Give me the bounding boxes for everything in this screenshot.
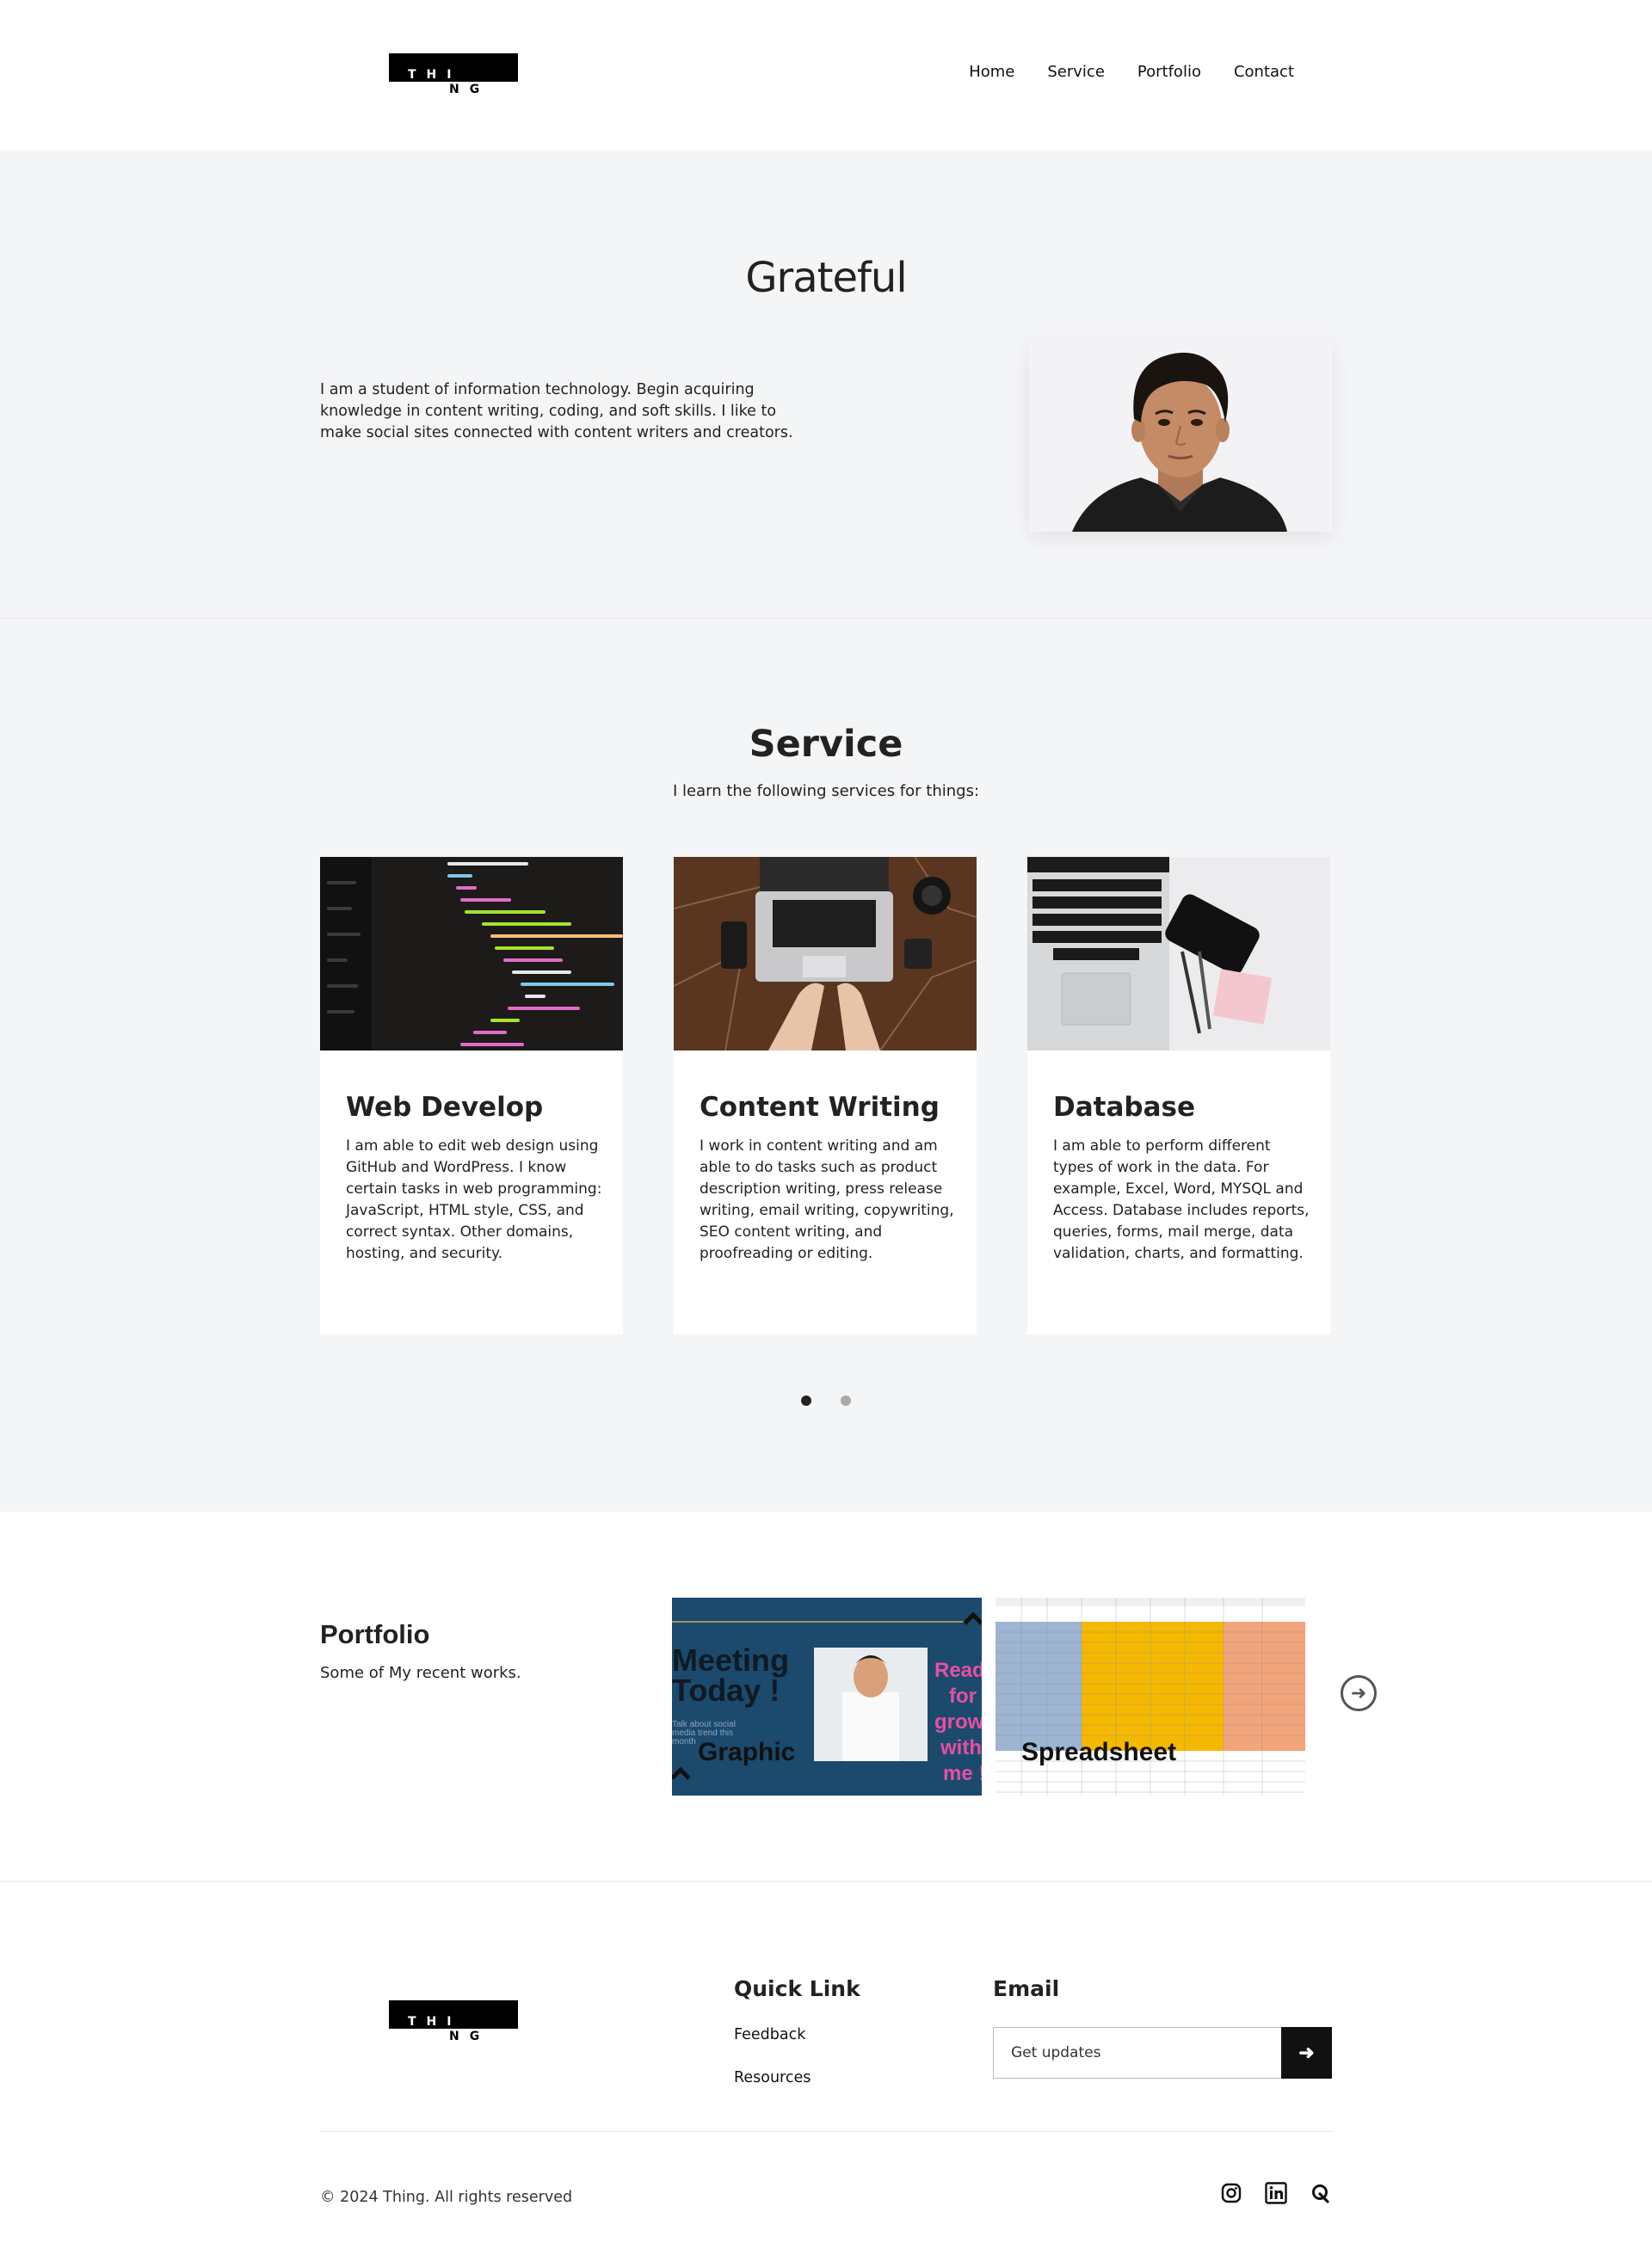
- service-card-database: Database I am able to perform different …: [1027, 857, 1330, 1334]
- carousel-dots: [320, 1393, 1332, 1409]
- carousel-dot-1[interactable]: [801, 1396, 812, 1406]
- service-subtitle: I learn the following services for thing…: [672, 782, 980, 800]
- card-title: Database: [1053, 1092, 1195, 1123]
- site-header: THI NG Home Service Portfolio Contact: [0, 0, 1652, 151]
- portfolio-item-graphic[interactable]: Meeting Today ! Talk about social media …: [672, 1598, 982, 1796]
- portfolio-subtitle: Some of My recent works.: [320, 1664, 521, 1682]
- hero-section: Grateful I am a student of information t…: [0, 151, 1652, 619]
- newsletter-form: ➜: [993, 2027, 1332, 2079]
- service-card-web-develop: Web Develop I am able to edit web design…: [320, 857, 623, 1334]
- laptop-phone-image: [1027, 857, 1330, 1050]
- nav-contact[interactable]: Contact: [1234, 63, 1294, 81]
- graphic-image-text: for: [949, 1685, 977, 1708]
- card-title: Content Writing: [700, 1092, 940, 1123]
- nav-portfolio[interactable]: Portfolio: [1137, 63, 1201, 81]
- logo-line2: NG: [449, 2030, 490, 2043]
- nav-service[interactable]: Service: [1047, 63, 1105, 81]
- subscribe-button[interactable]: ➜: [1281, 2027, 1332, 2079]
- feedback-link[interactable]: Feedback: [734, 2026, 805, 2043]
- service-title: Service: [749, 723, 903, 766]
- card-title: Web Develop: [346, 1092, 544, 1123]
- logo-line1: THI: [408, 68, 462, 82]
- quick-link-title: Quick Link: [734, 1976, 860, 2001]
- code-image: [320, 857, 623, 1050]
- linkedin-icon[interactable]: [1265, 2182, 1287, 2204]
- brand-logo[interactable]: THI NG: [389, 53, 518, 98]
- card-text: I work in content writing and am able to…: [700, 1137, 954, 1262]
- graphic-image-text: Today !: [672, 1673, 780, 1708]
- social-links: [1220, 2182, 1332, 2204]
- graphic-image-text: me !: [943, 1762, 982, 1785]
- portfolio-title: Portfolio: [320, 1619, 430, 1649]
- laptop-desk-image: [674, 857, 977, 1050]
- service-section: Service I learn the following services f…: [0, 619, 1652, 1512]
- carousel-dot-2[interactable]: [840, 1396, 851, 1406]
- graphic-image-text: with: [940, 1736, 982, 1759]
- site-footer: THI NG Quick Link Feedback Resources Ema…: [0, 1882, 1652, 2253]
- email-input[interactable]: [993, 2027, 1281, 2079]
- card-text: I am able to perform different types of …: [1053, 1137, 1310, 1262]
- portfolio-label: Spreadsheet: [1021, 1738, 1177, 1766]
- footer-divider: [320, 2131, 1332, 2132]
- email-title: Email: [993, 1976, 1060, 2001]
- copyright-text: © 2024 Thing. All rights reserved: [320, 2189, 573, 2206]
- hero-text: I am a student of information technology…: [320, 381, 793, 441]
- portfolio-item-spreadsheet[interactable]: Spreadsheet: [996, 1598, 1305, 1796]
- portfolio-label: Graphic: [698, 1738, 796, 1766]
- main-nav: Home Service Portfolio Contact: [969, 63, 1294, 81]
- footer-logo[interactable]: THI NG: [389, 2000, 518, 2045]
- portfolio-next-button[interactable]: ➜: [1341, 1675, 1377, 1711]
- logo-line1: THI: [408, 2015, 462, 2029]
- service-card-content-writing: Content Writing I work in content writin…: [674, 857, 977, 1334]
- profile-photo: [1029, 340, 1332, 532]
- graphic-image-text: grow: [934, 1710, 982, 1734]
- card-text: I am able to edit web design using GitHu…: [346, 1137, 602, 1262]
- resources-link[interactable]: Resources: [734, 2069, 811, 2086]
- arrow-right-icon: ➜: [1350, 1682, 1367, 1704]
- logo-line2: NG: [449, 83, 490, 96]
- portfolio-section: Portfolio Some of My recent works. Meeti…: [0, 1512, 1652, 1882]
- graphic-image-text: Read: [934, 1659, 982, 1682]
- service-cards: Web Develop I am able to edit web design…: [320, 857, 1330, 1334]
- graphic-image-text: month: [672, 1737, 696, 1747]
- hero-title: Grateful: [745, 254, 907, 302]
- quora-icon[interactable]: [1310, 2182, 1332, 2204]
- nav-home[interactable]: Home: [969, 63, 1014, 81]
- instagram-icon[interactable]: [1220, 2182, 1242, 2204]
- arrow-right-icon: ➜: [1298, 2042, 1315, 2063]
